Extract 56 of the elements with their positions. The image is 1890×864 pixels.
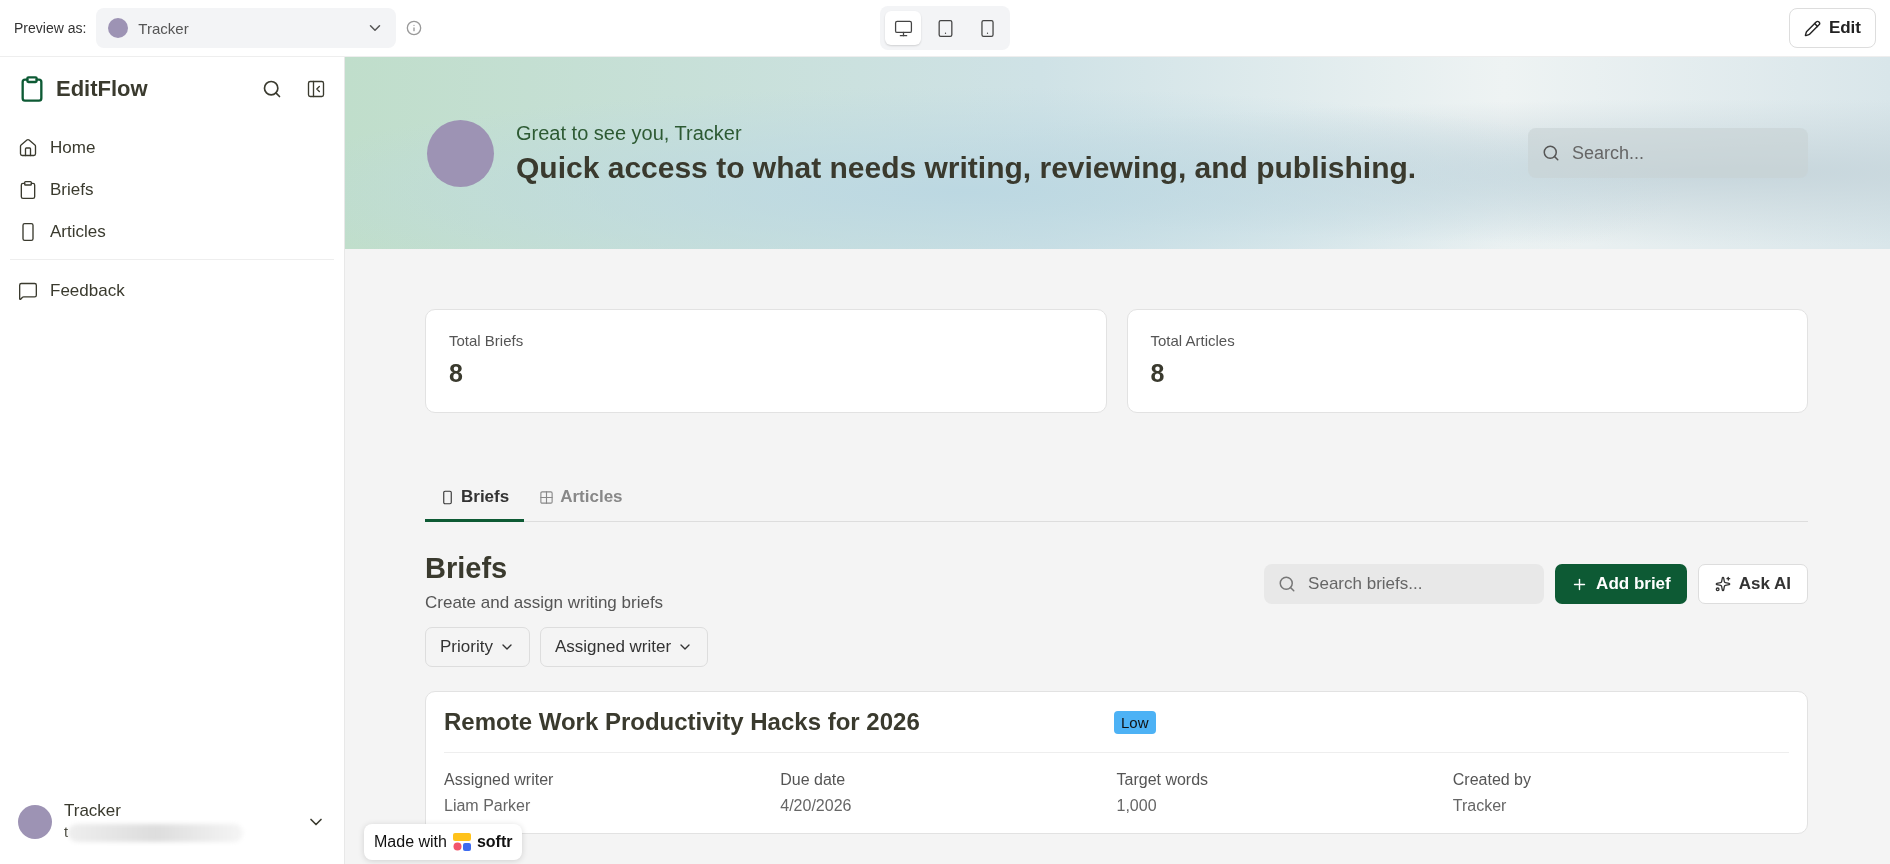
tab[interactable]: Briefs — [425, 475, 525, 522]
grid-icon — [539, 489, 555, 505]
search-icon — [1278, 575, 1297, 593]
field-value: Liam Parker — [444, 797, 532, 815]
edit-button[interactable]: Edit — [1788, 8, 1876, 48]
search-icon — [1542, 144, 1560, 162]
search-field[interactable]: Search... — [1528, 128, 1808, 178]
ask-ai-button[interactable]: Ask AI — [1697, 564, 1808, 604]
info-icon[interactable] — [406, 20, 423, 36]
headline: Quick access to what needs writing, reviewing, and publishing. — [516, 150, 1417, 185]
device-button[interactable] — [885, 11, 921, 45]
field-value: Tracker — [1452, 797, 1508, 815]
brand-logo-icon — [452, 833, 471, 851]
app-name: EditFlow — [56, 76, 149, 102]
badge-text: Made with — [374, 833, 447, 851]
avatar — [18, 804, 52, 839]
brief-title: Remote Work Productivity Hacks for 2026 — [444, 708, 921, 736]
field-label: Target words — [1116, 771, 1210, 789]
stat-value: 8 — [1150, 359, 1166, 388]
made-with-badge[interactable]: Made with softr — [364, 824, 523, 860]
clipboard-icon — [18, 180, 38, 200]
collapse-sidebar-icon[interactable] — [306, 79, 326, 99]
priority-tag: Low — [1114, 710, 1156, 734]
house-icon — [18, 138, 38, 158]
field-label: Due date — [780, 771, 847, 789]
nav-item[interactable]: Home — [10, 127, 334, 169]
search-field[interactable]: Search briefs... — [1264, 564, 1545, 604]
filter-dropdown[interactable]: Priority — [425, 627, 530, 667]
preview-label: Preview as: — [14, 20, 87, 36]
sparkles-icon — [1714, 576, 1731, 592]
stat-label: Total Briefs — [449, 332, 525, 349]
field-value: 1,000 — [1116, 797, 1158, 815]
brief-card[interactable]: Remote Work Productivity Hacks for 2026 Low Assigned writer Liam Parker Due date 4/20/2026 Target words 1,000 Created by Tracker — [425, 691, 1808, 834]
section-subtitle: Create and assign writing briefs — [425, 593, 665, 613]
stat-label: Total Articles — [1150, 332, 1236, 349]
field-label: Assigned writer — [444, 771, 555, 789]
nav-item[interactable]: Briefs — [10, 169, 334, 211]
add-button[interactable]: Add brief — [1555, 564, 1687, 604]
user-name: Tracker — [64, 801, 122, 822]
section-title: Briefs — [425, 552, 509, 585]
filter-dropdown[interactable]: Assigned writer — [539, 627, 709, 667]
monitor-icon — [893, 18, 913, 38]
nav-item[interactable]: Articles — [10, 211, 334, 253]
brand-name: softr — [476, 833, 513, 851]
user-select[interactable]: Tracker — [96, 8, 397, 48]
stat-value: 8 — [449, 359, 464, 388]
nav-item[interactable]: Feedback — [10, 270, 334, 312]
pencil-icon — [1803, 19, 1821, 37]
chat-bubble-icon — [18, 281, 38, 301]
search-icon[interactable] — [262, 79, 282, 99]
avatar — [108, 18, 129, 38]
greeting: Great to see you, Tracker — [516, 121, 743, 145]
field-value: 4/20/2026 — [780, 797, 853, 815]
page-icon — [440, 489, 455, 505]
field-label: Created by — [1452, 771, 1532, 789]
user-email: t — [64, 823, 69, 841]
